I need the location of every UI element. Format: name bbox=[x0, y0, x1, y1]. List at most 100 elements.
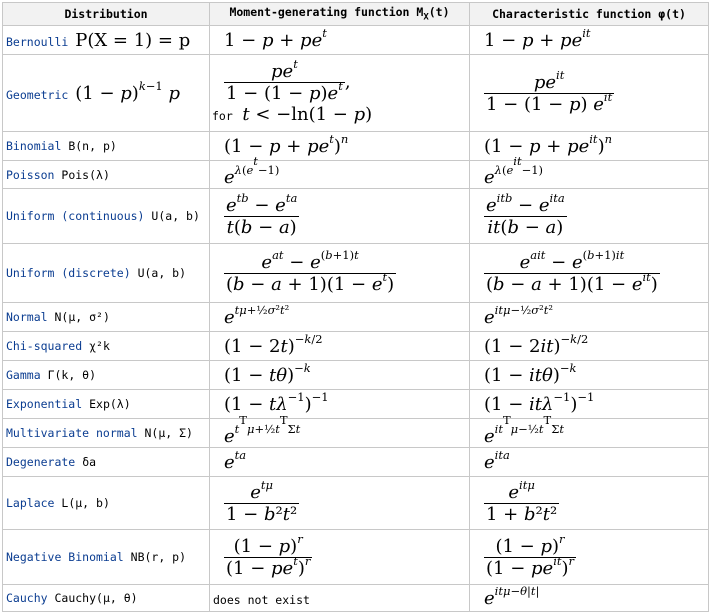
cf-cell: eλ(eit−1) bbox=[469, 154, 709, 189]
cf-formula: (1 − itλ−1)−1 bbox=[484, 389, 595, 415]
mgf-formula: eat − e(b+1)t (b − a + 1)(1 − et) bbox=[224, 247, 397, 295]
distribution-cell: Exponential Exp(λ) bbox=[2, 389, 210, 419]
table-row: Binomial B(n, p) (1 − p + pet)n (1 − p +… bbox=[2, 131, 709, 161]
cf-cell: peit 1 − (1 − p) eit bbox=[469, 54, 709, 132]
distribution-param: χ²k bbox=[89, 339, 110, 353]
mgf-cell: etTμ+½tTΣt bbox=[209, 412, 470, 448]
mgf-cell: does not exist bbox=[209, 584, 470, 612]
distribution-link[interactable]: Uniform (discrete) bbox=[6, 266, 131, 280]
cf-formula: (1 − 2it)−k/2 bbox=[484, 331, 589, 357]
distribution-cell: Poisson Pois(λ) bbox=[2, 160, 210, 189]
distribution-link[interactable]: Laplace bbox=[6, 496, 54, 510]
cf-cell: eait − e(b+1)it (b − a + 1)(1 − eit) bbox=[469, 243, 709, 303]
distribution-link[interactable]: Cauchy bbox=[6, 591, 48, 605]
distribution-param: B(n, p) bbox=[68, 139, 117, 153]
cf-formula: eitμ 1 + b²t² bbox=[484, 477, 560, 525]
distribution-link[interactable]: Binomial bbox=[6, 139, 61, 153]
mgf-cell: eat − e(b+1)t (b − a + 1)(1 − et) bbox=[209, 243, 470, 303]
header-distribution: Distribution bbox=[2, 2, 210, 26]
distribution-cell: Laplace L(μ, b) bbox=[2, 476, 210, 530]
header-mgf-label: Moment-generating function M bbox=[229, 5, 424, 20]
header-row: Distribution Moment-generating function … bbox=[2, 2, 709, 26]
mgf-formula: (1 − p + pet)n bbox=[224, 131, 349, 157]
table-row: Gamma Γ(k, θ) (1 − tθ)−k (1 − itθ)−k bbox=[2, 360, 709, 390]
cf-formula: eitb − eita it(b − a) bbox=[484, 190, 567, 238]
distribution-link[interactable]: Exponential bbox=[6, 397, 82, 411]
mgf-cell: etb − eta t(b − a) bbox=[209, 188, 470, 244]
mgf-formula: etμ 1 − b²t² bbox=[224, 477, 300, 525]
cf-cell: 1 − p + peit bbox=[469, 25, 709, 55]
cf-cell: (1 − p + peit)n bbox=[469, 131, 709, 161]
table-row: Uniform (discrete) U(a, b) eat − e(b+1)t… bbox=[2, 243, 709, 303]
distribution-link[interactable]: Geometric bbox=[6, 88, 68, 102]
distribution-param: U(a, b) bbox=[151, 209, 200, 223]
distribution-link[interactable]: Bernoulli bbox=[6, 35, 68, 49]
mgf-cell: eta bbox=[209, 447, 470, 477]
cf-cell: eitb − eita it(b − a) bbox=[469, 188, 709, 244]
cf-cell: eita bbox=[469, 447, 709, 477]
distribution-cell: Geometric (1 − p)k−1 p bbox=[2, 54, 210, 132]
distribution-link[interactable]: Chi-squared bbox=[6, 339, 82, 353]
mgf-formula: etTμ+½tTΣt bbox=[224, 412, 301, 447]
mgf-cell: 1 − p + pet bbox=[209, 25, 470, 55]
mgf-cell: (1 − 2t)−k/2 bbox=[209, 331, 470, 361]
distribution-param: Pois(λ) bbox=[61, 167, 110, 182]
cf-cell: eitμ 1 + b²t² bbox=[469, 476, 709, 530]
cf-formula: eλ(eit−1) bbox=[484, 154, 544, 188]
cf-formula: (1 − p)r (1 − peit)r bbox=[484, 531, 577, 579]
distribution-cell: Binomial B(n, p) bbox=[2, 131, 210, 161]
mgf-formula: (1 − p)r (1 − pet)r bbox=[224, 531, 313, 579]
distribution-cell: Cauchy Cauchy(μ, θ) bbox=[2, 584, 210, 612]
distribution-link[interactable]: Degenerate bbox=[6, 455, 75, 469]
mgf-formula: etμ+½σ²t² bbox=[224, 302, 290, 328]
cf-cell: eitTμ−½tTΣt bbox=[469, 414, 709, 448]
distribution-cell: Uniform (continuous) U(a, b) bbox=[2, 188, 210, 244]
mgf-condition: t < −ln(1 − p) bbox=[242, 104, 373, 125]
cf-cell: (1 − p)r (1 − peit)r bbox=[469, 529, 709, 585]
mgf-formula: (1 − 2t)−k/2 bbox=[224, 331, 323, 357]
table-row: Bernoulli P(X = 1) = p 1 − p + pet 1 − p… bbox=[2, 25, 709, 55]
distribution-param: Exp(λ) bbox=[89, 397, 131, 411]
header-mgf-arg: (t) bbox=[428, 5, 450, 20]
distribution-param: P(X = 1) = p bbox=[75, 29, 191, 51]
table-row: Uniform (continuous) U(a, b) etb − eta t(… bbox=[2, 188, 709, 244]
distribution-link[interactable]: Gamma bbox=[6, 368, 41, 382]
distribution-cell: Degenerate δa bbox=[2, 447, 210, 477]
mgf-cell: (1 − tλ−1)−1 bbox=[209, 389, 470, 419]
mgf-formula: etb − eta t(b − a) bbox=[224, 190, 300, 238]
table-row: Exponential Exp(λ) (1 − tλ−1)−1 (1 − itλ… bbox=[2, 389, 709, 419]
mgf-formula: eta bbox=[224, 447, 247, 473]
mgf-cell: etμ+½σ²t² bbox=[209, 302, 470, 332]
table-row: Cauchy Cauchy(μ, θ) does not exist eitμ−… bbox=[2, 584, 709, 612]
cf-formula: peit 1 − (1 − p) eit bbox=[484, 67, 615, 115]
header-cf: Characteristic function φ(t) bbox=[469, 2, 709, 26]
distribution-link[interactable]: Negative Binomial bbox=[6, 550, 124, 564]
distribution-param: L(μ, b) bbox=[61, 496, 110, 510]
distribution-param: NB(r, p) bbox=[130, 550, 187, 564]
mgf-cell: (1 − p + pet)n bbox=[209, 131, 470, 161]
cf-formula: (1 − itθ)−k bbox=[484, 360, 577, 386]
distribution-link[interactable]: Uniform (continuous) bbox=[6, 209, 144, 223]
mgf-formula: 1 − p + pet bbox=[224, 25, 327, 51]
mgf-table-container: Distribution Moment-generating function … bbox=[2, 2, 709, 612]
cf-cell: (1 − itθ)−k bbox=[469, 360, 709, 390]
table-row: Geometric (1 − p)k−1 p pet 1 − (1 − p)et,… bbox=[2, 54, 709, 132]
distribution-param: δa bbox=[82, 455, 97, 469]
cf-formula: eitμ−½σ²t² bbox=[484, 302, 553, 328]
distribution-link[interactable]: Poisson bbox=[6, 168, 54, 182]
distribution-link[interactable]: Normal bbox=[6, 310, 48, 324]
mgf-table: Distribution Moment-generating function … bbox=[2, 2, 709, 612]
distribution-cell: Uniform (discrete) U(a, b) bbox=[2, 243, 210, 303]
cf-cell: (1 − 2it)−k/2 bbox=[469, 331, 709, 361]
distribution-param: (1 − p)k−1 p bbox=[75, 78, 180, 104]
table-row: Degenerate δa eta eita bbox=[2, 447, 709, 477]
mgf-cell: (1 − p)r (1 − pet)r bbox=[209, 529, 470, 585]
table-row: Negative Binomial NB(r, p) (1 − p)r (1 − … bbox=[2, 529, 709, 585]
distribution-cell: Multivariate normal N(μ, Σ) bbox=[2, 418, 210, 448]
distribution-link[interactable]: Multivariate normal bbox=[6, 426, 138, 440]
cf-cell: eitμ−θ|t| bbox=[469, 584, 709, 612]
mgf-cell: etμ 1 − b²t² bbox=[209, 476, 470, 530]
table-row: Laplace L(μ, b) etμ 1 − b²t² eitμ 1 + b²t² bbox=[2, 476, 709, 530]
mgf-formula: pet 1 − (1 − p)et, bbox=[224, 57, 351, 104]
mgf-note: for bbox=[212, 109, 233, 123]
